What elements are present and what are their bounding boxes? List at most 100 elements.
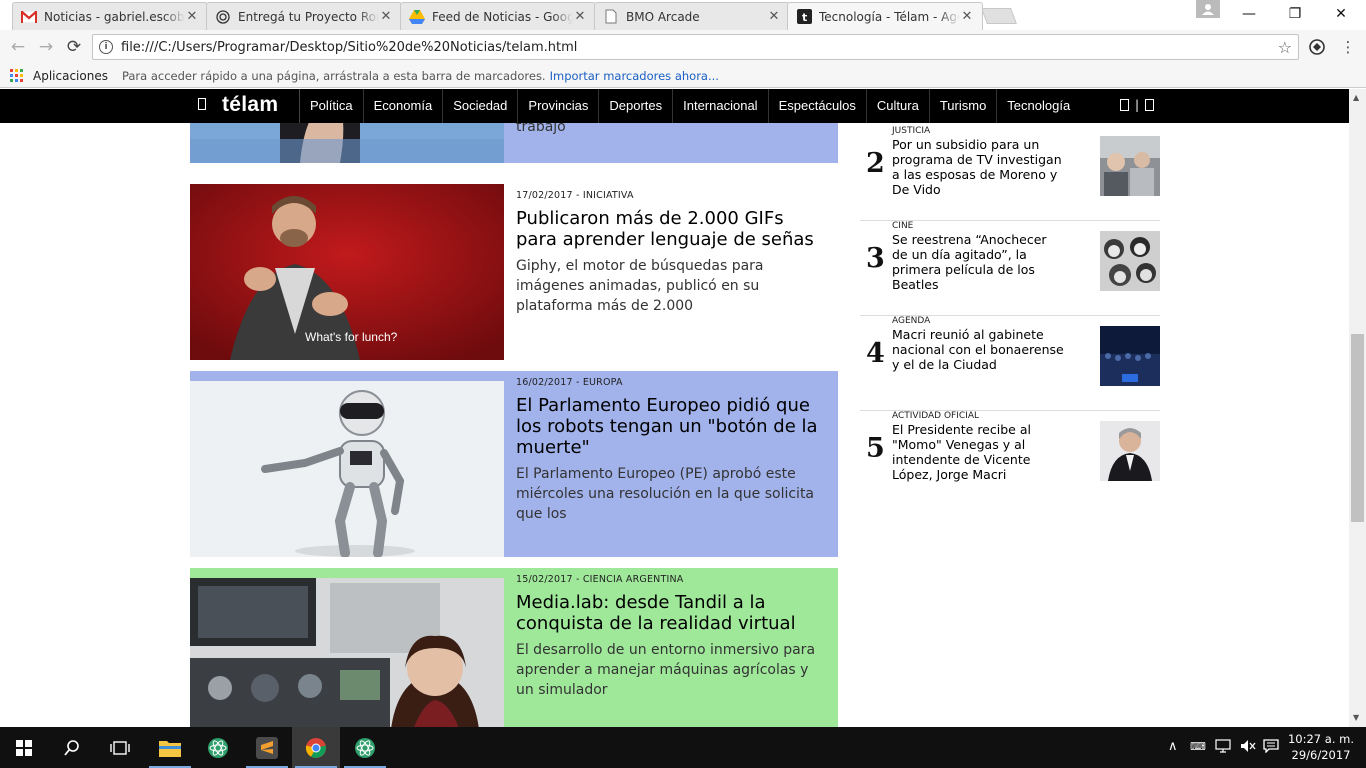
task-view-icon[interactable] bbox=[96, 727, 144, 768]
close-tab-icon[interactable]: ✕ bbox=[573, 9, 587, 24]
input-method-icon[interactable]: ⌨ bbox=[1190, 740, 1206, 753]
volume-muted-icon[interactable] bbox=[1240, 739, 1256, 757]
ranking-item[interactable]: 2 JUSTICIA Por un subsidio para un progr… bbox=[860, 126, 1160, 221]
tray-chevron-icon[interactable]: ∧ bbox=[1168, 739, 1178, 754]
article-title[interactable]: Media.lab: desde Tandil a la conquista d… bbox=[516, 592, 830, 634]
ranking-title[interactable]: Por un subsidio para un programa de TV i… bbox=[892, 137, 1066, 197]
search-icon[interactable] bbox=[48, 727, 96, 768]
article-image[interactable] bbox=[190, 381, 504, 557]
nav-sociedad[interactable]: Sociedad bbox=[442, 89, 517, 123]
tab-proyecto[interactable]: Entregá tu Proyecto Rom ✕ bbox=[206, 2, 402, 30]
ranking-title[interactable]: El Presidente recibe al "Momo" Venegas y… bbox=[892, 422, 1066, 482]
tab-bmo-arcade[interactable]: BMO Arcade ✕ bbox=[594, 2, 790, 30]
ranking-number: 4 bbox=[866, 338, 885, 369]
back-arrow-icon[interactable]: ← bbox=[7, 36, 29, 58]
article-title[interactable]: El Parlamento Europeo pidió que los robo… bbox=[516, 395, 830, 458]
site-logo[interactable]: télam bbox=[222, 93, 278, 117]
article-card[interactable]: What's for lunch? 17/02/2017 - INICIATIV… bbox=[190, 184, 838, 360]
ranking-title[interactable]: Se reestrena “Anochecer de un día agitad… bbox=[892, 232, 1066, 292]
tab-feed[interactable]: Feed de Noticias - Googl ✕ bbox=[400, 2, 596, 30]
url-text: file:///C:/Users/Programar/Desktop/Sitio… bbox=[121, 39, 578, 55]
close-tab-icon[interactable]: ✕ bbox=[379, 9, 393, 24]
article-meta: 15/02/2017 - CIENCIA ARGENTINA bbox=[516, 574, 684, 585]
close-tab-icon[interactable]: ✕ bbox=[960, 9, 974, 24]
bookmark-star-icon[interactable]: ☆ bbox=[1278, 38, 1292, 57]
tab-title: Noticias - gabriel.escoba bbox=[44, 9, 185, 24]
notifications-icon[interactable] bbox=[1263, 739, 1279, 757]
tool-icon[interactable] bbox=[1120, 99, 1129, 111]
nav-tools: | bbox=[1120, 98, 1155, 112]
telam-icon: t bbox=[796, 9, 812, 25]
extension-icon[interactable] bbox=[1307, 37, 1327, 57]
ranking-thumbnail[interactable] bbox=[1100, 326, 1160, 386]
ranking-item[interactable]: 5 ACTIVIDAD OFICIAL El Presidente recibe… bbox=[860, 411, 1160, 506]
nav-turismo[interactable]: Turismo bbox=[928, 89, 996, 123]
svg-text:t: t bbox=[802, 11, 807, 24]
clock-time: 10:27 a. m. bbox=[1287, 732, 1354, 746]
gif-caption: What's for lunch? bbox=[305, 330, 398, 344]
article-meta: 16/02/2017 - EUROPA bbox=[516, 377, 623, 388]
nav-cultura[interactable]: Cultura bbox=[865, 89, 929, 123]
ranking-item[interactable]: 3 CINE Se reestrena “Anochecer de un día… bbox=[860, 221, 1160, 316]
sublime-text-icon[interactable] bbox=[243, 727, 291, 768]
nav-deportes[interactable]: Deportes bbox=[598, 89, 672, 123]
tab-title: Tecnología - Télam - Age bbox=[819, 9, 960, 24]
scroll-up-icon[interactable]: ▲ bbox=[1353, 93, 1359, 102]
windows-start-icon[interactable] bbox=[0, 727, 48, 768]
minimize-icon[interactable]: — bbox=[1226, 0, 1272, 28]
tab-title: Entregá tu Proyecto Rom bbox=[238, 9, 379, 24]
article-summary: Giphy, el motor de búsquedas para imágen… bbox=[516, 258, 764, 314]
tab-gmail[interactable]: Noticias - gabriel.escoba ✕ bbox=[12, 2, 208, 30]
article-body: 16/02/2017 - EUROPA El Parlamento Europe… bbox=[504, 371, 838, 557]
article-image[interactable]: What's for lunch? bbox=[190, 184, 504, 360]
chrome-icon[interactable] bbox=[292, 727, 340, 768]
scrollbar-thumb[interactable] bbox=[1351, 334, 1364, 522]
forward-arrow-icon[interactable]: → bbox=[35, 36, 57, 58]
import-bookmarks-link[interactable]: Importar marcadores ahora... bbox=[550, 69, 719, 83]
ranking-thumbnail[interactable] bbox=[1100, 231, 1160, 291]
close-tab-icon[interactable]: ✕ bbox=[767, 9, 781, 24]
apps-grid-icon[interactable] bbox=[10, 69, 23, 82]
ranking-thumbnail[interactable] bbox=[1100, 136, 1160, 196]
ranking-thumbnail[interactable] bbox=[1100, 421, 1160, 481]
profile-icon[interactable] bbox=[1196, 0, 1220, 18]
article-image[interactable] bbox=[190, 578, 504, 727]
new-tab-button[interactable] bbox=[981, 8, 1017, 24]
restore-icon[interactable]: ❐ bbox=[1272, 0, 1318, 28]
radar-icon bbox=[215, 9, 231, 25]
info-icon[interactable]: i bbox=[99, 40, 113, 54]
address-bar[interactable]: i file:///C:/Users/Programar/Desktop/Sit… bbox=[92, 34, 1299, 60]
ranking-item[interactable]: 4 AGENDA Macri reunió al gabinete nacion… bbox=[860, 316, 1160, 411]
scroll-down-icon[interactable]: ▼ bbox=[1353, 713, 1359, 722]
page-scrollbar[interactable]: ▲ ▼ bbox=[1349, 89, 1366, 727]
apps-shortcut[interactable]: Aplicaciones bbox=[33, 69, 108, 83]
tool-icon[interactable] bbox=[1145, 99, 1155, 111]
browser-toolbar: ← → ⟳ i file:///C:/Users/Programar/Deskt… bbox=[0, 30, 1366, 64]
network-icon[interactable] bbox=[1215, 739, 1231, 757]
reload-icon[interactable]: ⟳ bbox=[63, 36, 85, 58]
nav-provincias[interactable]: Provincias bbox=[517, 89, 598, 123]
nav-internacional[interactable]: Internacional bbox=[672, 89, 767, 123]
nav-economia[interactable]: Economía bbox=[362, 89, 443, 123]
atom-icon[interactable] bbox=[341, 727, 389, 768]
system-clock[interactable]: 10:27 a. m. 29/6/2017 bbox=[1283, 731, 1359, 763]
close-window-icon[interactable]: ✕ bbox=[1318, 0, 1364, 28]
nav-politica[interactable]: Política bbox=[299, 89, 363, 123]
tab-title: BMO Arcade bbox=[626, 9, 700, 24]
article-title[interactable]: Publicaron más de 2.000 GIFs para aprend… bbox=[516, 208, 830, 250]
atom-icon[interactable] bbox=[194, 727, 242, 768]
close-tab-icon[interactable]: ✕ bbox=[185, 9, 199, 24]
article-body: 17/02/2017 - INICIATIVA Publicaron más d… bbox=[504, 184, 838, 360]
nav-espectaculos[interactable]: Espectáculos bbox=[767, 89, 866, 123]
ranking-number: 2 bbox=[866, 148, 885, 179]
ranking-title[interactable]: Macri reunió al gabinete nacional con el… bbox=[892, 327, 1066, 372]
article-card[interactable]: 15/02/2017 - CIENCIA ARGENTINA Media.lab… bbox=[190, 568, 838, 727]
browser-tab-strip: Noticias - gabriel.escoba ✕ Entregá tu P… bbox=[0, 0, 1366, 30]
file-explorer-icon[interactable] bbox=[146, 727, 194, 768]
tab-telam-tecnologia[interactable]: t Tecnología - Télam - Age ✕ bbox=[787, 2, 983, 30]
nav-tecnologia[interactable]: Tecnología bbox=[996, 89, 1080, 123]
menu-icon[interactable] bbox=[198, 98, 206, 110]
chrome-menu-icon[interactable]: ⋮ bbox=[1338, 37, 1358, 57]
ranking-section: AGENDA bbox=[892, 316, 931, 326]
article-card[interactable]: 16/02/2017 - EUROPA El Parlamento Europe… bbox=[190, 371, 838, 557]
